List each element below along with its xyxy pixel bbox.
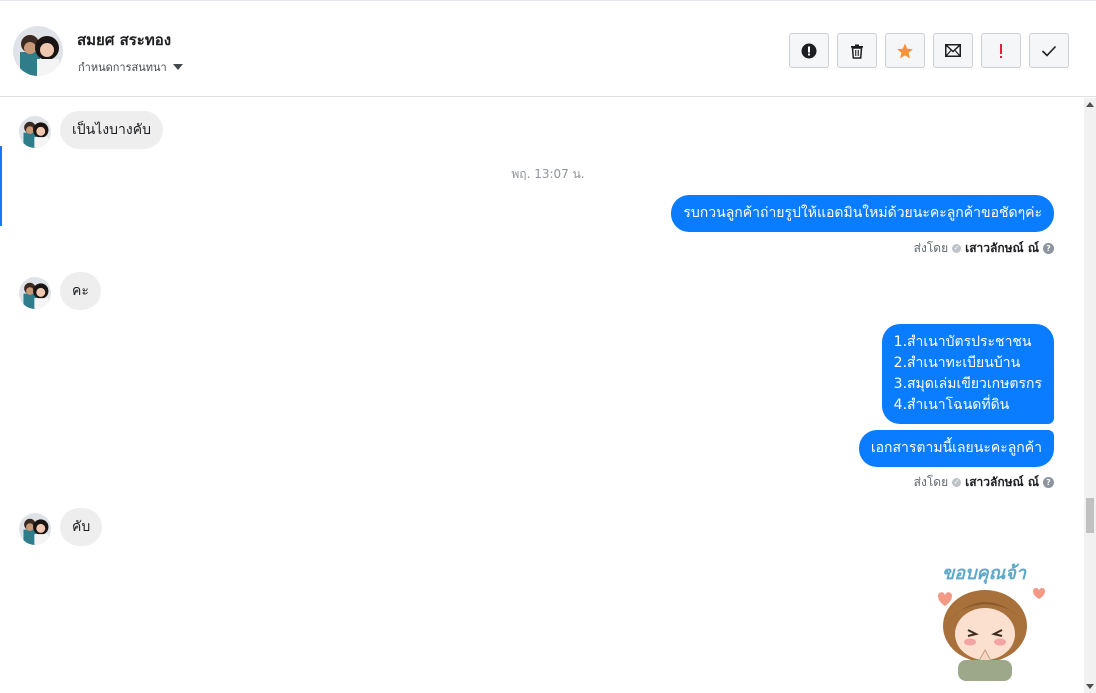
- scroll-thumb[interactable]: [1086, 498, 1094, 533]
- exclamation-icon: [1000, 43, 1002, 58]
- envelope-icon: [945, 44, 961, 57]
- priority-button[interactable]: [981, 33, 1021, 68]
- help-icon[interactable]: ?: [1043, 243, 1054, 254]
- done-button[interactable]: [1029, 33, 1069, 68]
- delete-button[interactable]: [837, 33, 877, 68]
- sticker-message[interactable]: ขอบคุณจ้า: [930, 556, 1060, 691]
- alert-circle-icon: [801, 43, 817, 58]
- contact-name[interactable]: สมยศ สระทอง: [77, 28, 171, 52]
- outgoing-message[interactable]: รบกวนลูกค้าถ่ายรูปให้แอดมินใหม่ด้วยนะคะล…: [671, 195, 1054, 232]
- avatar: [19, 277, 51, 309]
- sent-by-label: ส่งโดย: [913, 241, 949, 255]
- trash-icon: [851, 44, 863, 59]
- scroll-down-arrow-icon[interactable]: [1086, 684, 1094, 689]
- message-thread[interactable]: เป็นไงบางคับ พฤ. 13:07 น. รบกวนลูกค้าถ่า…: [0, 98, 1084, 693]
- message-line: 4.สำเนาโฉนดที่ดิน: [893, 397, 1010, 413]
- outgoing-message[interactable]: เอกสารตามนี้เลยนะคะลูกค้า: [858, 430, 1054, 467]
- star-icon: [897, 43, 913, 58]
- check-circle-icon: ✓: [952, 244, 962, 253]
- check-icon: [1041, 45, 1057, 57]
- conversation-header: สมยศ สระทอง กำหนดการสนทนา: [0, 0, 1096, 97]
- sender-name[interactable]: เสาวลักษณ์ ณ์: [965, 239, 1039, 258]
- message-line: 2.สำเนาทะเบียนบ้าน: [893, 355, 1021, 371]
- incoming-message[interactable]: คับ: [60, 508, 103, 546]
- action-toolbar: [789, 33, 1069, 68]
- mark-unread-button[interactable]: [933, 33, 973, 68]
- spam-button[interactable]: [789, 33, 829, 68]
- label-select-text: กำหนดการสนทนา: [78, 61, 167, 74]
- check-circle-icon: ✓: [952, 478, 962, 487]
- message-timestamp: พฤ. 13:07 น.: [511, 167, 585, 181]
- help-icon[interactable]: ?: [1043, 477, 1054, 488]
- sent-by-info: ส่งโดย ✓ เสาวลักษณ์ ณ์ ?: [914, 473, 1054, 492]
- sender-name[interactable]: เสาวลักษณ์ ณ์: [965, 473, 1039, 492]
- caret-down-icon: [172, 64, 183, 70]
- conversation-label-dropdown[interactable]: กำหนดการสนทนา: [78, 58, 183, 76]
- message-line: 3.สมุดเล่มเขียวเกษตรกร: [893, 376, 1042, 392]
- scroll-up-arrow-icon[interactable]: [1086, 102, 1094, 107]
- incoming-message[interactable]: เป็นไงบางคับ: [60, 111, 163, 149]
- outgoing-message[interactable]: 1.สำเนาบัตรประชาชน 2.สำเนาทะเบียนบ้าน 3.…: [881, 324, 1054, 424]
- sticker-caption: ขอบคุณจ้า: [942, 563, 1026, 584]
- star-button[interactable]: [885, 33, 925, 68]
- message-line: 1.สำเนาบัตรประชาชน: [893, 334, 1032, 350]
- scrollbar[interactable]: [1084, 98, 1096, 693]
- sent-by-label: ส่งโดย: [913, 475, 949, 489]
- avatar: [19, 116, 51, 148]
- avatar[interactable]: [13, 26, 63, 76]
- incoming-message[interactable]: คะ: [60, 272, 101, 310]
- sent-by-info: ส่งโดย ✓ เสาวลักษณ์ ณ์ ?: [914, 239, 1054, 258]
- avatar: [19, 513, 51, 545]
